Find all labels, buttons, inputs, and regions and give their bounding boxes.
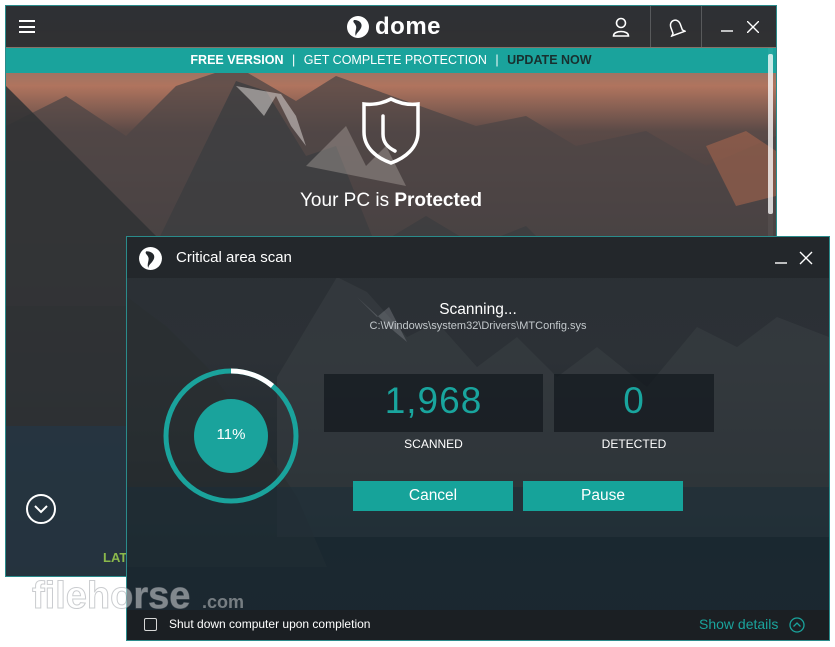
- minimize-icon: [775, 262, 787, 264]
- account-button[interactable]: [601, 6, 641, 47]
- dialog-minimize-button[interactable]: [770, 247, 792, 269]
- dialog-title: Critical area scan: [176, 249, 292, 266]
- minimize-icon: [721, 29, 733, 32]
- dialog-close-button[interactable]: [795, 247, 817, 269]
- banner-separator: |: [495, 53, 499, 67]
- upgrade-banner: FREE VERSION | GET COMPLETE PROTECTION |…: [6, 48, 776, 73]
- hamburger-icon[interactable]: [19, 20, 35, 33]
- filehorse-watermark: filehorse .com: [32, 575, 244, 618]
- chevron-down-circle-icon: [34, 505, 48, 514]
- scroll-down-button[interactable]: [26, 494, 56, 524]
- dome-logo-mark-icon: [139, 247, 162, 270]
- scanned-counter-box: 1,968: [324, 374, 543, 432]
- detected-counter-box: 0: [554, 374, 714, 432]
- detected-count: 0: [623, 380, 645, 421]
- title-separator: [650, 6, 651, 47]
- latest-section-label-partial: LAT: [103, 550, 128, 565]
- logo-text: dome: [375, 13, 442, 40]
- main-title-bar: dome: [6, 6, 776, 47]
- free-version-label: FREE VERSION: [190, 53, 284, 67]
- status-prefix: Your PC is: [300, 190, 390, 211]
- close-icon: [747, 20, 759, 33]
- protection-status: Your PC is Protected: [6, 190, 776, 212]
- scanning-label: Scanning...: [439, 301, 517, 318]
- scanned-label: SCANNED: [404, 437, 463, 451]
- user-icon: [612, 17, 630, 37]
- shutdown-label: Shut down computer upon completion: [169, 617, 371, 631]
- pause-button[interactable]: Pause: [523, 481, 683, 511]
- main-minimize-button[interactable]: [716, 6, 738, 47]
- close-icon: [799, 251, 813, 265]
- chevron-up-circle-icon[interactable]: [789, 617, 805, 633]
- shield-icon: [362, 97, 420, 165]
- watermark-brand: filehorse: [32, 575, 190, 617]
- detected-label: DETECTED: [601, 437, 667, 451]
- current-file-path: C:\Windows\system32\Drivers\MTConfig.sys: [369, 320, 587, 332]
- cancel-button[interactable]: Cancel: [353, 481, 513, 511]
- main-close-button[interactable]: [742, 6, 764, 47]
- progress-percent: 11%: [216, 426, 246, 443]
- banner-separator: |: [291, 53, 296, 67]
- dialog-title-bar: Critical area scan: [127, 237, 829, 278]
- shutdown-checkbox[interactable]: [144, 618, 157, 631]
- update-now-link[interactable]: UPDATE NOW: [507, 53, 592, 67]
- title-separator: [701, 6, 702, 47]
- get-complete-protection-link[interactable]: GET COMPLETE PROTECTION: [304, 53, 487, 67]
- show-details-link[interactable]: Show details: [699, 616, 778, 632]
- dome-logo-mark-icon: [347, 16, 369, 38]
- watermark-suffix: .com: [202, 592, 244, 612]
- scanned-count: 1,968: [384, 380, 483, 421]
- status-value: Protected: [394, 190, 482, 211]
- bell-icon: [669, 18, 686, 37]
- notifications-button[interactable]: [654, 6, 698, 47]
- dome-logo: dome: [346, 14, 441, 40]
